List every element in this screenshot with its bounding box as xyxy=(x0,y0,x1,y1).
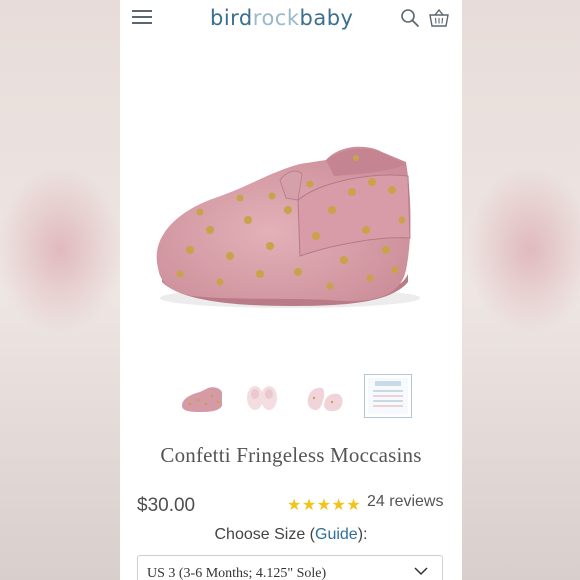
chevron-down-icon xyxy=(414,567,428,576)
size-select-value: US 3 (3-6 Months; 4.125" Sole) xyxy=(147,566,327,580)
choose-size-label: Choose Size (Guide): xyxy=(120,526,462,544)
size-select[interactable]: US 3 (3-6 Months; 4.125" Sole) xyxy=(137,555,443,580)
thumbnail-strip xyxy=(120,372,462,422)
product-main-image[interactable] xyxy=(120,60,462,360)
size-guide-link[interactable]: Guide xyxy=(315,526,358,543)
size-label-prefix: Choose Size ( xyxy=(214,526,316,543)
logo-text-baby: baby xyxy=(299,6,354,30)
logo-text-bird: bird xyxy=(210,6,253,30)
basket-icon[interactable] xyxy=(428,8,450,28)
product-title: Confetti Fringeless Moccasins xyxy=(160,443,422,467)
hamburger-menu-icon[interactable] xyxy=(132,8,154,26)
logo-text-rock: rock xyxy=(252,6,300,30)
product-page: birdrockbaby Confetti Fringeless Moccasi… xyxy=(120,0,462,580)
site-header: birdrockbaby xyxy=(120,0,462,40)
size-label-suffix: ): xyxy=(357,526,368,543)
reviews-count-link[interactable]: 24 reviews xyxy=(367,493,443,511)
thumbnail-pair-view[interactable] xyxy=(300,374,348,418)
search-icon[interactable] xyxy=(400,8,420,28)
thumbnail-size-chart[interactable] xyxy=(364,374,412,418)
thumbnail-top-view[interactable] xyxy=(238,374,286,418)
product-price: $30.00 xyxy=(137,495,196,516)
rating-stars: ★★★★★ xyxy=(287,495,362,514)
site-logo[interactable]: birdrockbaby xyxy=(210,6,353,30)
thumbnail-side-view[interactable] xyxy=(178,374,226,418)
